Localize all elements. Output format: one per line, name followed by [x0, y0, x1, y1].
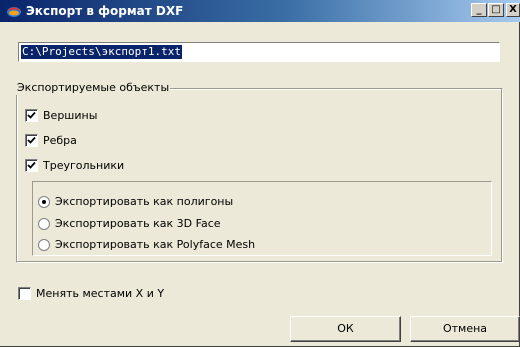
- radio-polygons[interactable]: [38, 196, 50, 208]
- radio-polyface-mesh[interactable]: [38, 239, 50, 251]
- maximize-icon: □: [491, 4, 501, 15]
- file-path-field[interactable]: C:\Projects\экспорт1.txt: [18, 42, 500, 62]
- close-button[interactable]: X: [506, 3, 520, 17]
- export-dxf-dialog: Экспорт в формат DXF _ □ X C:\Projects\э…: [0, 0, 520, 347]
- radio-3dface-label[interactable]: Экспортировать как 3D Face: [55, 217, 221, 231]
- ok-button[interactable]: ОК: [290, 316, 401, 342]
- minimize-button[interactable]: _: [471, 3, 487, 17]
- file-path-value: C:\Projects\экспорт1.txt: [21, 45, 182, 59]
- radio-polygons-label[interactable]: Экспортировать как полигоны: [55, 195, 233, 209]
- window-title: Экспорт в формат DXF: [26, 4, 184, 18]
- checkmark-icon: [27, 161, 36, 169]
- vertices-checkbox[interactable]: [25, 109, 38, 122]
- app-icon: [7, 7, 21, 17]
- cancel-button[interactable]: Отмена: [410, 316, 520, 342]
- vertices-label[interactable]: Вершины: [43, 109, 97, 123]
- checkmark-icon: [27, 136, 36, 144]
- checkmark-icon: [27, 111, 36, 119]
- triangles-checkbox[interactable]: [25, 159, 38, 172]
- maximize-button[interactable]: □: [488, 3, 504, 17]
- swap-xy-label[interactable]: Менять местами X и Y: [36, 287, 164, 301]
- export-objects-title: Экспортируемые объекты: [16, 81, 171, 95]
- swap-xy-checkbox[interactable]: [18, 287, 31, 300]
- edges-label[interactable]: Ребра: [43, 134, 77, 148]
- title-bar[interactable]: Экспорт в формат DXF _ □ X: [0, 0, 520, 22]
- edges-checkbox[interactable]: [25, 134, 38, 147]
- minimize-icon: _: [476, 4, 482, 15]
- radio-polyface-mesh-label[interactable]: Экспортировать как Polyface Mesh: [55, 238, 255, 252]
- close-icon: X: [509, 4, 517, 15]
- triangles-label[interactable]: Треугольники: [43, 159, 124, 173]
- radio-3dface[interactable]: [38, 218, 50, 230]
